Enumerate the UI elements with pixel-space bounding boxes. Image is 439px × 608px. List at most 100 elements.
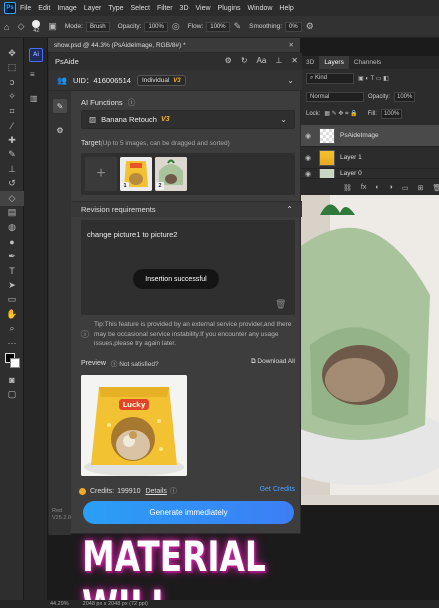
photoshop-logo-icon[interactable]: Ps	[4, 2, 16, 14]
not-satisfied-link[interactable]: ⓘ Not satisfied?	[111, 358, 159, 368]
add-image-button[interactable]: +	[85, 157, 117, 191]
target-thumbnail-2[interactable]: 2	[155, 157, 187, 191]
zoom-level[interactable]: 44.29%	[50, 601, 69, 607]
eraser-tool-icon[interactable]: ◇	[0, 191, 24, 206]
layer-row[interactable]: ◉ Layer 1	[301, 147, 439, 169]
quick-select-tool-icon[interactable]: ✧	[0, 90, 24, 105]
zoom-tool-icon[interactable]: ⌕	[0, 322, 24, 337]
new-group-icon[interactable]: ▭	[402, 184, 409, 192]
layer-row[interactable]: ◉ Layer 0	[301, 169, 439, 179]
menu-file[interactable]: File	[20, 5, 31, 12]
menu-filter[interactable]: Filter	[157, 5, 173, 12]
adjustment-layer-icon[interactable]: ◑	[389, 184, 393, 191]
get-credits-link[interactable]: Get Credits	[260, 486, 295, 493]
panel-adjust-icon[interactable]: ≡	[30, 70, 35, 79]
menu-window[interactable]: Window	[248, 5, 273, 12]
smoothing-settings-gear-icon[interactable]: ⚙	[306, 21, 314, 32]
visibility-eye-icon[interactable]: ◉	[301, 132, 315, 140]
healing-brush-tool-icon[interactable]: ✚	[0, 133, 24, 148]
layer-kind-filter[interactable]: ⌕ Kind	[306, 73, 354, 84]
target-thumbnail-1[interactable]: 1	[120, 157, 152, 191]
move-tool-icon[interactable]: ✥	[0, 46, 24, 61]
model-select[interactable]: ▨ Banana Retouch V3 ⌄	[81, 110, 295, 129]
blur-tool-icon[interactable]: ◍	[0, 220, 24, 235]
gear-icon[interactable]: ⚙	[225, 56, 232, 65]
generate-button[interactable]: Generate immediately	[83, 501, 294, 524]
tab-channels[interactable]: Channels	[349, 56, 386, 69]
eraser-tool-icon[interactable]: ◇	[17, 21, 24, 32]
new-layer-icon[interactable]: ⊞	[417, 184, 423, 192]
quick-mask-icon[interactable]: ◙	[0, 373, 24, 388]
panel-libraries-icon[interactable]: ▥	[30, 94, 38, 103]
dodge-tool-icon[interactable]: ●	[0, 235, 24, 250]
language-icon[interactable]: Aa	[257, 56, 267, 65]
flow-field[interactable]: 100%	[206, 21, 230, 32]
menu-edit[interactable]: Edit	[38, 5, 50, 12]
eyedropper-tool-icon[interactable]: ⁄	[0, 119, 24, 134]
home-icon[interactable]: ⌂	[4, 22, 9, 32]
link-layers-icon[interactable]: ⛓	[343, 184, 352, 192]
visibility-eye-icon[interactable]: ◉	[301, 170, 315, 178]
tab-layers[interactable]: Layers	[319, 56, 349, 69]
close-icon[interactable]: ✕	[291, 56, 298, 65]
revision-heading[interactable]: Revision requirements ⌃	[71, 201, 302, 217]
marquee-tool-icon[interactable]: ⬚	[0, 61, 24, 76]
refresh-icon[interactable]: ↻	[241, 56, 248, 65]
pin-icon[interactable]: ⊥	[275, 56, 282, 65]
menu-select[interactable]: Select	[131, 5, 150, 12]
download-all-button[interactable]: ⧉ Download All	[251, 358, 295, 366]
layer-row[interactable]: ◉ PsAideImage	[301, 125, 439, 147]
opacity-field[interactable]: 100%	[144, 21, 168, 32]
type-tool-icon[interactable]: T	[0, 264, 24, 279]
menu-type[interactable]: Type	[108, 5, 123, 12]
brush-settings-icon[interactable]: ▣	[48, 21, 57, 32]
fill-field[interactable]: 100%	[380, 109, 403, 119]
clone-stamp-tool-icon[interactable]: ⊥	[0, 162, 24, 177]
brush-preset-picker[interactable]: 42	[32, 19, 41, 34]
filter-icons[interactable]: ▣ ◐ T ▭ ◧	[358, 75, 389, 82]
gradient-tool-icon[interactable]: ▤	[0, 206, 24, 221]
settings-gear-icon[interactable]: ⚙	[53, 123, 67, 137]
mode-select[interactable]: Brush	[85, 21, 110, 32]
airbrush-icon[interactable]: ✎	[234, 21, 242, 32]
history-brush-tool-icon[interactable]: ↺	[0, 177, 24, 192]
menu-view[interactable]: View	[196, 5, 211, 12]
smoothing-field[interactable]: 0%	[285, 21, 302, 32]
layer-opacity-field[interactable]: 100%	[394, 92, 416, 102]
canvas-image[interactable]	[300, 195, 439, 505]
chevron-down-icon[interactable]: ⌄	[287, 76, 294, 85]
tab-3d[interactable]: 3D	[301, 56, 319, 69]
hand-tool-icon[interactable]: ✋	[0, 307, 24, 322]
delete-layer-icon[interactable]: 🗑	[432, 184, 439, 192]
pressure-opacity-icon[interactable]: ◎	[172, 21, 180, 32]
menu-layer[interactable]: Layer	[84, 5, 102, 12]
add-mask-icon[interactable]: ◐	[375, 184, 379, 191]
background-color-swatch[interactable]	[10, 357, 20, 368]
brush-tool-icon[interactable]: ✎	[0, 148, 24, 163]
color-swatches[interactable]	[0, 351, 23, 373]
menu-image[interactable]: Image	[57, 5, 76, 12]
visibility-eye-icon[interactable]: ◉	[301, 154, 315, 162]
psaide-plugin-icon[interactable]: Ai	[29, 48, 43, 62]
info-icon[interactable]: ⓘ	[128, 98, 136, 107]
close-tab-icon[interactable]: ✕	[289, 41, 294, 49]
more-tools-icon[interactable]: ···	[0, 336, 24, 351]
preview-image[interactable]: Lucky	[81, 375, 187, 476]
crop-tool-icon[interactable]: ⌗	[0, 104, 24, 119]
blend-mode-select[interactable]: Normal	[306, 92, 364, 102]
screen-mode-icon[interactable]: ▢	[0, 387, 24, 402]
edit-pencil-icon[interactable]: ✎	[53, 99, 67, 113]
menu-3d[interactable]: 3D	[180, 5, 189, 12]
menu-plugins[interactable]: Plugins	[218, 5, 241, 12]
lasso-tool-icon[interactable]: ↄ	[0, 75, 24, 90]
document-tab[interactable]: show.psd @ 44.3% (PsAideImage, RGB/8#) *…	[48, 38, 300, 52]
details-info-icon[interactable]: ⓘ	[170, 486, 177, 496]
menu-help[interactable]: Help	[279, 5, 293, 12]
path-select-tool-icon[interactable]: ➤	[0, 278, 24, 293]
trash-icon[interactable]: 🗑	[275, 299, 286, 310]
lock-icons[interactable]: ▦ ✎ ✥ ⌗ 🔒	[324, 110, 357, 118]
pen-tool-icon[interactable]: ✒	[0, 249, 24, 264]
fx-icon[interactable]: fx	[361, 184, 366, 191]
rectangle-tool-icon[interactable]: ▭	[0, 293, 24, 308]
account-row[interactable]: 👥 UID：416006514 Individual V3 ⌄	[49, 70, 302, 91]
